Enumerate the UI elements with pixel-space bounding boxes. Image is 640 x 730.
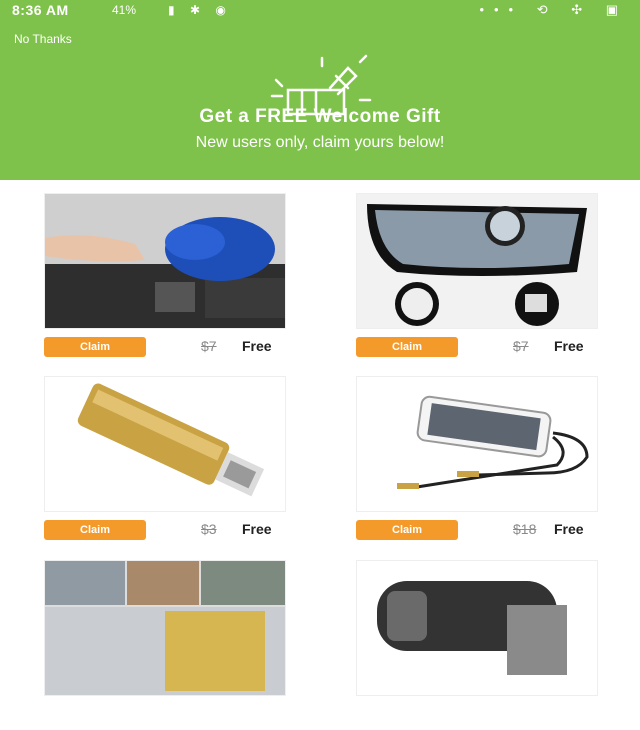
- welcome-header: No Thanks Get a FREE Welcome Gift New us…: [0, 22, 640, 180]
- original-price: $18: [513, 521, 537, 537]
- product-image-car-charger[interactable]: [356, 560, 598, 696]
- product-card[interactable]: [44, 560, 286, 730]
- claim-button[interactable]: Claim: [44, 337, 146, 357]
- product-card[interactable]: Claim $3 Free: [44, 376, 286, 546]
- product-card[interactable]: Claim $7 Free: [44, 193, 286, 363]
- clock: 8:36 AM: [12, 2, 69, 18]
- product-image-glove[interactable]: [44, 193, 286, 329]
- original-price: $7: [201, 338, 217, 354]
- free-label: Free: [554, 338, 584, 354]
- original-price: $7: [513, 338, 529, 354]
- claim-button[interactable]: Claim: [44, 520, 146, 540]
- status-bar: 8:36 AM 41% ▮ ✱ ◉ ••• ⟲ ✣ ▣: [0, 0, 640, 22]
- page-title: Get a FREE Welcome Gift: [199, 106, 441, 127]
- original-price: $3: [201, 521, 217, 537]
- no-thanks-link[interactable]: No Thanks: [14, 32, 72, 46]
- product-card[interactable]: Claim $7 Free: [356, 193, 598, 363]
- product-image-mirror[interactable]: [356, 193, 598, 329]
- page-subtitle: New users only, claim yours below!: [195, 134, 445, 151]
- status-icons-left: ▮ ✱ ◉: [168, 3, 232, 17]
- claim-button[interactable]: Claim: [356, 337, 458, 357]
- product-image-emergency-blanket[interactable]: [44, 560, 286, 696]
- free-label: Free: [242, 338, 272, 354]
- free-label: Free: [554, 521, 584, 537]
- product-card[interactable]: [356, 560, 598, 730]
- product-image-splitter[interactable]: [356, 376, 598, 512]
- status-icons-right: ••• ⟲ ✣ ▣: [479, 2, 628, 17]
- product-image-card-reader[interactable]: [44, 376, 286, 512]
- battery-level: 41%: [112, 3, 137, 17]
- product-card[interactable]: Claim $18 Free: [356, 376, 598, 546]
- claim-button[interactable]: Claim: [356, 520, 458, 540]
- free-label: Free: [242, 521, 272, 537]
